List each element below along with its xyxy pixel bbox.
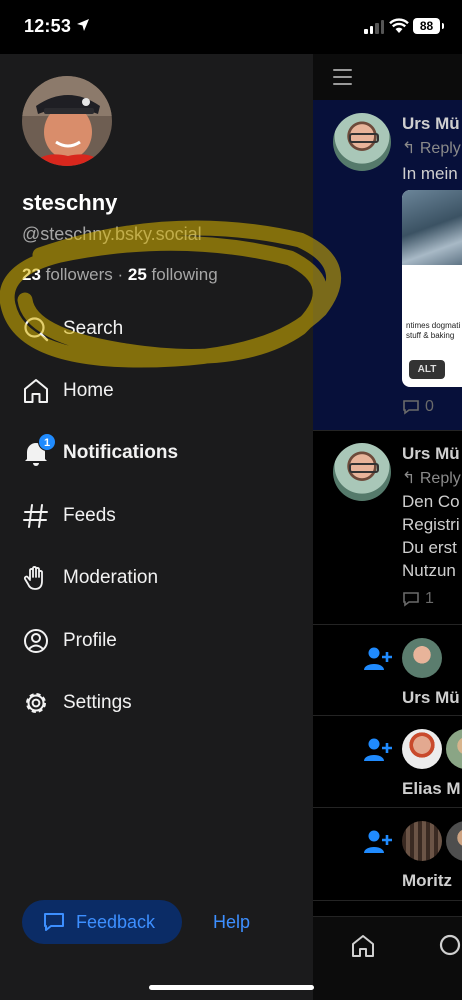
nav-label: Search (63, 318, 124, 339)
home-icon (22, 377, 50, 405)
bottom-tab-bar (313, 916, 462, 1000)
post-text-line: Registri (402, 515, 460, 534)
nav-label: Moderation (63, 567, 159, 588)
search-icon (22, 315, 50, 343)
image-text-line: stuff & baking (406, 331, 455, 340)
post-text-line: Nutzun (402, 561, 456, 580)
feed-post[interactable]: Urs Mü ↰ Reply In mein ntimes dogmati st… (313, 100, 462, 431)
notification-name: Elias M (402, 779, 461, 798)
notification-name: Moritz (402, 871, 453, 890)
counts-separator: · (117, 265, 124, 284)
display-name: steschny (22, 190, 118, 215)
wifi-icon (389, 18, 409, 33)
person-add-icon (364, 647, 392, 670)
image-text-line: ntimes dogmati (406, 321, 461, 330)
chat-bubble-icon (44, 913, 64, 931)
comment-icon (403, 400, 419, 415)
nav-label: Home (63, 380, 114, 401)
avatar[interactable] (402, 821, 442, 861)
post-author: Urs Mü (402, 114, 460, 133)
status-bar: 12:53 88 (0, 0, 462, 54)
avatar[interactable] (446, 729, 462, 769)
follow-notification[interactable]: Elias M (313, 717, 462, 808)
search-tab-icon[interactable] (438, 933, 462, 959)
notification-name: Urs Mü (402, 688, 460, 707)
nav-item-search[interactable]: Search (0, 303, 313, 355)
following-count[interactable]: 25 (128, 265, 147, 284)
nav-label: Notifications (63, 442, 179, 463)
image-caption-text: ntimes dogmati stuff & baking (406, 321, 460, 341)
nav-label: Profile (63, 630, 117, 651)
followers-label[interactable]: followers (46, 265, 113, 284)
post-text-line: Du erst (402, 538, 457, 557)
feedback-button[interactable]: Feedback (22, 900, 182, 944)
reply-count[interactable]: 0 (402, 398, 434, 416)
location-arrow-icon (77, 19, 89, 31)
reply-label: Reply (419, 140, 461, 157)
avatar[interactable] (333, 113, 391, 171)
avatar[interactable] (402, 638, 442, 678)
menu-icon[interactable] (333, 69, 352, 90)
home-tab-icon[interactable] (350, 933, 376, 959)
avatar[interactable] (333, 443, 391, 501)
notification-badge: 1 (38, 433, 56, 451)
post-reply-context: ↰ Reply (402, 468, 461, 488)
nav-item-moderation[interactable]: Moderation (0, 552, 313, 604)
background-feed: Urs Mü ↰ Reply In mein ntimes dogmati st… (313, 54, 462, 1000)
post-image[interactable]: ntimes dogmati stuff & baking ALT (402, 190, 462, 387)
battery-icon: 88 (413, 18, 444, 34)
feed-header (313, 54, 462, 100)
home-indicator (149, 985, 314, 990)
feed-post[interactable]: Urs Mü ↰ Reply Den Co Registri Du erst N… (313, 432, 462, 625)
hand-icon (22, 564, 50, 592)
navigation-drawer: steschny @steschny.bsky.social 23 follow… (0, 54, 313, 1000)
post-reply-context: ↰ Reply (402, 138, 461, 158)
image-sky (402, 190, 462, 265)
reply-icon: ↰ (402, 140, 416, 157)
avatar[interactable] (22, 76, 112, 166)
avatar[interactable] (402, 729, 442, 769)
reply-count-value: 1 (425, 590, 434, 607)
gear-icon (22, 689, 50, 717)
reply-label: Reply (419, 470, 461, 487)
profile-handle: @steschny.bsky.social (22, 224, 202, 244)
nav-item-settings[interactable]: Settings (0, 677, 313, 729)
nav-label: Feeds (63, 505, 116, 526)
nav-item-notifications[interactable]: 1 Notifications (0, 427, 313, 479)
post-text-line: Den Co (402, 492, 460, 511)
followers-count[interactable]: 23 (22, 265, 41, 284)
comment-icon (403, 592, 419, 607)
status-time: 12:53 (24, 16, 72, 36)
person-add-icon (364, 830, 392, 853)
following-label[interactable]: following (152, 265, 218, 284)
avatar[interactable] (446, 821, 462, 861)
cellular-signal-icon (364, 20, 384, 34)
nav-item-feeds[interactable]: Feeds (0, 490, 313, 542)
post-text: In mein (402, 164, 458, 183)
post-text: Den Co Registri Du erst Nutzun (402, 490, 460, 582)
post-author: Urs Mü (402, 444, 460, 463)
alt-badge[interactable]: ALT (409, 360, 445, 379)
nav-label: Settings (63, 692, 132, 713)
hash-icon (22, 502, 50, 530)
nav-item-home[interactable]: Home (0, 365, 313, 417)
reply-count-value: 0 (425, 398, 434, 415)
feedback-label: Feedback (76, 912, 156, 932)
nav-item-profile[interactable]: Profile (0, 615, 313, 667)
help-link[interactable]: Help (213, 912, 250, 933)
follow-notification[interactable]: Urs Mü (313, 626, 462, 716)
reply-count[interactable]: 1 (402, 590, 434, 608)
user-circle-icon (22, 627, 50, 655)
follow-notification[interactable]: Moritz (313, 809, 462, 901)
reply-icon: ↰ (402, 470, 416, 487)
follow-counts: 23 followers · 25 following (22, 265, 218, 285)
person-add-icon (364, 738, 392, 761)
